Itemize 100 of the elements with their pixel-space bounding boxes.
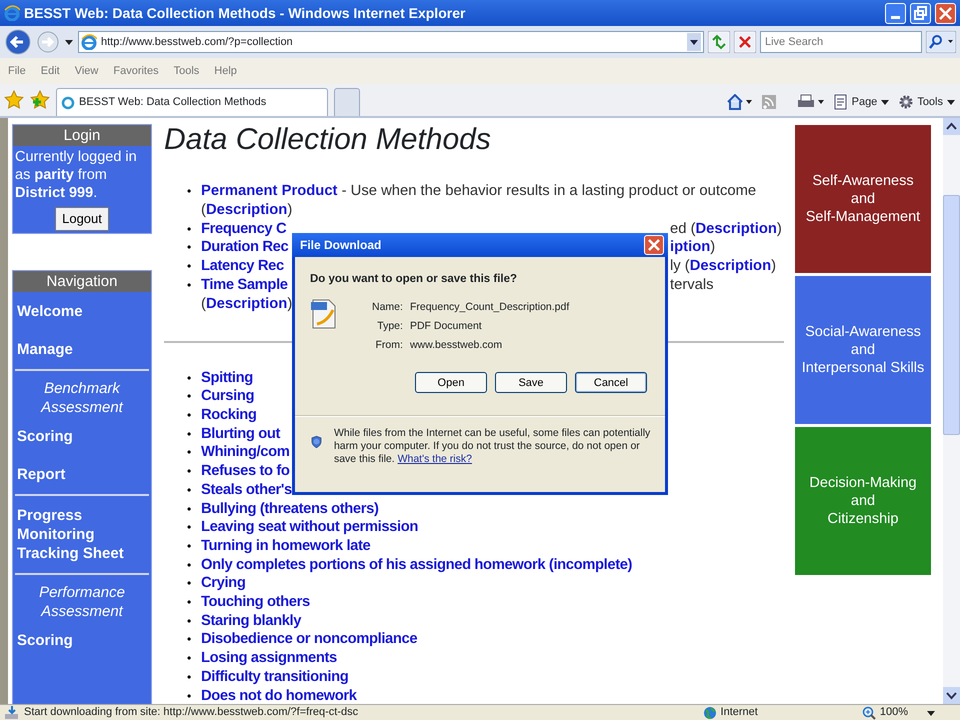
menu-item[interactable]: Help bbox=[214, 62, 237, 80]
behavior-link[interactable]: Leaving seat without permission bbox=[201, 518, 418, 537]
field-label: From: bbox=[374, 338, 403, 354]
nav-link[interactable]: Scoring bbox=[13, 631, 151, 650]
bullet: • bbox=[187, 500, 192, 518]
category-tile[interactable]: Social-Awareness and Interpersonal Skills bbox=[795, 276, 931, 424]
menu-item[interactable]: Favorites bbox=[113, 62, 159, 80]
behavior-link[interactable]: Does not do homework bbox=[201, 686, 357, 704]
scrollbar-thumb[interactable] bbox=[943, 195, 960, 435]
bullet: • bbox=[187, 258, 192, 276]
scroll-down-icon[interactable] bbox=[943, 687, 960, 704]
bullet: • bbox=[187, 538, 192, 555]
bullet: • bbox=[187, 612, 192, 630]
bullet: • bbox=[187, 482, 192, 499]
bullet: • bbox=[187, 388, 192, 406]
behavior-link[interactable]: Losing assignments bbox=[201, 649, 337, 668]
bullet: • bbox=[187, 444, 192, 462]
behavior-link[interactable]: Cursing bbox=[201, 387, 254, 406]
bullet: • bbox=[187, 463, 192, 480]
pdf-file-icon bbox=[310, 298, 338, 330]
back-button-icon[interactable] bbox=[4, 28, 32, 56]
command-button[interactable]: Page bbox=[832, 94, 890, 110]
method-link[interactable]: Frequency C bbox=[201, 220, 286, 237]
maximize-button[interactable] bbox=[910, 2, 931, 24]
bullet: • bbox=[187, 668, 192, 686]
method-text: ( bbox=[201, 296, 206, 312]
menu-item[interactable]: View bbox=[74, 62, 98, 80]
field-value: www.besstweb.com bbox=[410, 338, 504, 354]
dialog-button[interactable]: Cancel bbox=[575, 372, 647, 394]
behavior-link[interactable]: Crying bbox=[201, 574, 246, 594]
behavior-link[interactable]: Difficulty transitioning bbox=[201, 668, 348, 687]
bullet: • bbox=[187, 370, 192, 387]
search-field[interactable]: Live Search bbox=[760, 31, 922, 53]
category-tile[interactable]: Decision-Making and Citizenship bbox=[795, 427, 931, 575]
method-text: ) bbox=[710, 239, 716, 256]
scroll-up-icon[interactable] bbox=[943, 118, 960, 135]
behavior-link[interactable]: Touching others bbox=[201, 593, 310, 612]
behavior-link[interactable]: Staring blankly bbox=[201, 612, 302, 630]
behavior-link[interactable]: Refuses to fo bbox=[201, 462, 290, 481]
description-link[interactable]: iption bbox=[670, 239, 710, 256]
dropdown-caret-icon[interactable] bbox=[687, 33, 701, 51]
method-link[interactable]: Time Sample bbox=[201, 276, 288, 293]
bullet: • bbox=[187, 239, 192, 256]
method-text: ) bbox=[771, 258, 776, 274]
login-text: Currently logged in as parity from District 999. bbox=[14, 148, 138, 203]
behavior-link[interactable]: Bullying (threatens others) bbox=[201, 500, 378, 518]
menu-item[interactable]: File bbox=[8, 62, 26, 80]
menu-item[interactable]: Tools bbox=[174, 62, 200, 80]
bullet: • bbox=[187, 426, 192, 443]
nav-link[interactable]: Manage bbox=[13, 340, 151, 359]
bullet: • bbox=[187, 183, 192, 200]
refresh-icon[interactable] bbox=[708, 31, 730, 53]
behavior-link[interactable]: Rocking bbox=[201, 406, 257, 425]
description-link[interactable]: Description bbox=[206, 202, 288, 218]
method-link[interactable]: Permanent Product bbox=[201, 183, 338, 199]
behavior-link[interactable]: Blurting out bbox=[201, 424, 280, 444]
behavior-link[interactable]: Spitting bbox=[201, 368, 253, 388]
nav-link[interactable]: Report bbox=[13, 465, 151, 484]
logout-button[interactable]: Logout bbox=[55, 207, 109, 230]
dialog-button[interactable]: Open bbox=[415, 372, 487, 394]
method-link[interactable]: Duration Rec bbox=[201, 239, 288, 256]
description-link[interactable]: Description bbox=[696, 220, 777, 237]
field-value: Frequency_Count_Description.pdf bbox=[410, 300, 570, 316]
window-title: BESST Web: Data Collection Methods - Windows Internet Explorer bbox=[24, 4, 466, 23]
browser-tab[interactable]: BESST Web: Data Collection Methods bbox=[56, 88, 328, 116]
risk-link[interactable]: What's the risk? bbox=[398, 453, 472, 466]
behavior-link[interactable]: Only completes portions of his assigned homework (incomplete) bbox=[201, 556, 632, 574]
description-link[interactable]: Description bbox=[690, 258, 772, 274]
description-link[interactable]: Description bbox=[206, 296, 288, 312]
command-button[interactable]: Tools bbox=[898, 94, 956, 110]
nav-link[interactable]: Scoring bbox=[13, 427, 151, 446]
nav-link[interactable]: Progress Monitoring Tracking Sheet bbox=[13, 506, 151, 563]
minimize-button[interactable] bbox=[885, 2, 906, 24]
behavior-link[interactable]: Steals other's bbox=[201, 480, 292, 500]
zoom-level[interactable]: 100% bbox=[880, 704, 908, 720]
behavior-link[interactable]: Turning in homework late bbox=[201, 536, 370, 556]
dropdown-caret-icon[interactable] bbox=[64, 37, 74, 47]
close-button[interactable] bbox=[935, 2, 956, 24]
category-tile[interactable]: Self-Awareness and Self-Management bbox=[795, 125, 931, 273]
search-icon[interactable] bbox=[926, 31, 956, 53]
print-icon[interactable] bbox=[796, 94, 825, 110]
favorites-star-icon[interactable] bbox=[4, 90, 24, 110]
download-icon bbox=[4, 706, 20, 720]
field-label: Type: bbox=[376, 319, 403, 334]
dialog-button[interactable]: Save bbox=[495, 372, 567, 394]
status-text: Start downloading from site: http://www.besstweb.com/?f=freq-ct-dsc bbox=[24, 705, 358, 720]
bullet: • bbox=[187, 519, 192, 536]
nav-link[interactable]: Welcome bbox=[13, 302, 151, 321]
method-link[interactable]: Latency Rec bbox=[201, 258, 284, 274]
menu-item[interactable]: Edit bbox=[40, 62, 60, 80]
zoom-icon[interactable] bbox=[862, 706, 876, 720]
warning-text: While files from the Internet can be useful, some files can potentially harm your computer. If you do not trust the source, do not open or save this file. What's the risk? bbox=[334, 427, 652, 466]
behavior-link[interactable]: Whining/com bbox=[201, 443, 290, 462]
bullet: • bbox=[187, 556, 192, 574]
stop-icon[interactable] bbox=[734, 31, 756, 53]
close-icon bbox=[647, 238, 661, 252]
behavior-link[interactable]: Disobedience or noncompliance bbox=[201, 630, 418, 650]
home-icon[interactable] bbox=[726, 94, 753, 110]
add-favorites-icon[interactable] bbox=[30, 90, 50, 110]
close-button[interactable] bbox=[644, 235, 664, 255]
